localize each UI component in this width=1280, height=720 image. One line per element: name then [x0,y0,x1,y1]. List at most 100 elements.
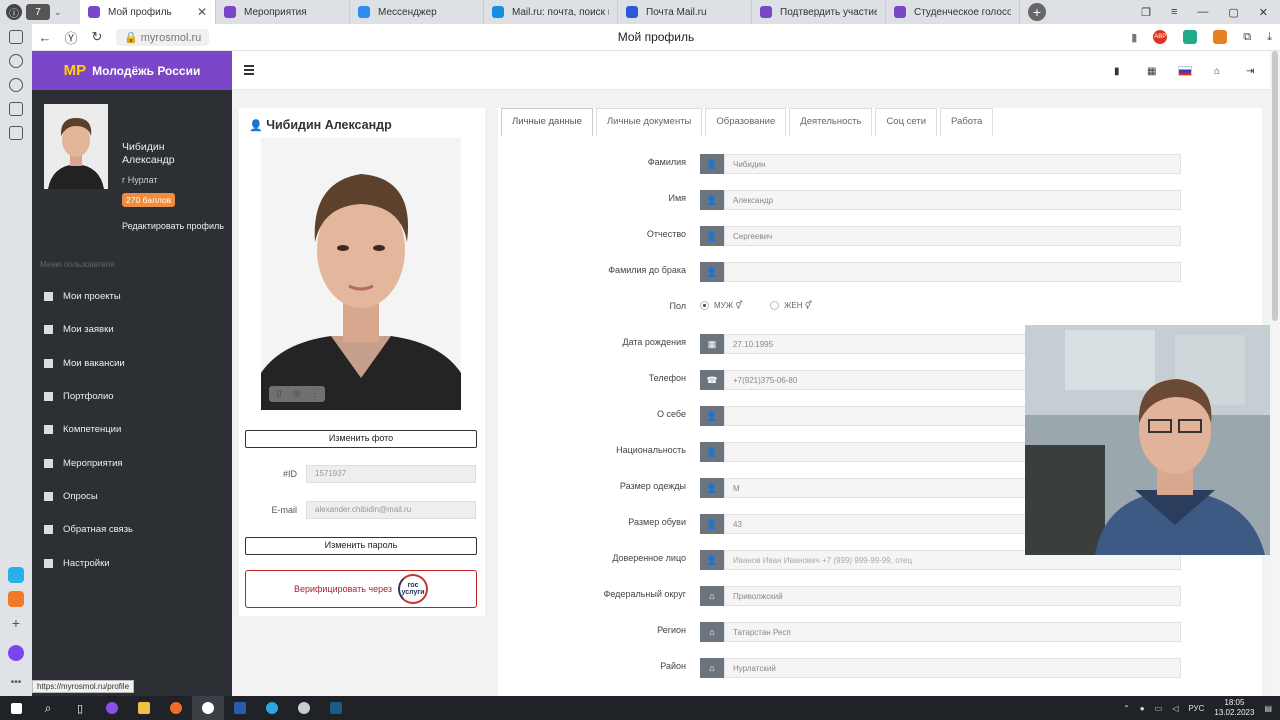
russian-flag-icon[interactable] [1178,66,1192,76]
form-tab[interactable]: Личные данные [501,108,593,136]
telegram-icon[interactable] [256,696,288,720]
profile-photo-image [261,138,461,410]
more-icon[interactable]: ⋮ [309,388,321,400]
change-password-button[interactable]: Изменить пароль [245,537,477,555]
gender-male-radio[interactable]: МУЖ ⚥ [700,301,743,311]
field-input[interactable]: Приволжский [724,586,1181,606]
lens-icon[interactable]: ◎ [291,388,303,400]
word-icon[interactable] [224,696,256,720]
chevron-down-icon[interactable]: ⌄ [54,7,62,18]
extensions-icon[interactable]: ⧉ [1243,31,1251,44]
sidebar-item[interactable]: Обратная связь [32,513,232,546]
change-photo-button[interactable]: Изменить фото [245,430,477,448]
field-input[interactable]: Чибидин [724,154,1181,174]
field-label: Фамилия до брака [608,265,686,275]
network-icon[interactable]: ▭ [1155,704,1163,713]
page-scrollbar[interactable] [1270,51,1280,696]
id-field[interactable]: 1571937 [306,465,476,483]
form-tab[interactable]: Соц сети [875,108,938,136]
sidebar-item[interactable]: Настройки [32,546,232,579]
sidebar-item[interactable]: Компетенции [32,413,232,446]
download-icon[interactable]: ⤓ [1267,31,1272,44]
collections-icon[interactable] [9,30,23,44]
notifications-icon[interactable]: ▤ [1264,704,1272,713]
extension-icon[interactable] [1183,30,1198,44]
book-icon[interactable]: ▮ [1114,66,1120,77]
sidebar-item[interactable]: Мои заявки [32,313,232,346]
field-input[interactable]: Татарстан Респ [724,622,1181,642]
field-input[interactable]: Сергеевич [724,226,1181,246]
tab-close-icon[interactable]: ✕ [197,5,207,19]
verify-gosuslugi-button[interactable]: Верифицировать через гос услуги [245,570,477,608]
yandex-icon[interactable]: Ⓨ [58,28,84,47]
messenger-app-icon[interactable] [8,567,24,583]
history-icon[interactable] [9,54,23,68]
media-icon[interactable] [9,78,23,92]
maximize-icon[interactable]: ▢ [1228,6,1238,19]
url-field[interactable]: 🔒 myrosmol.ru [116,28,210,46]
edit-profile-link[interactable]: Редактировать профиль [122,221,224,231]
calendar-icon[interactable] [9,102,23,116]
reload-icon[interactable]: ↻ [84,29,110,45]
home-icon[interactable]: ⌂ [1214,66,1220,77]
yandex-browser-icon[interactable] [192,696,224,720]
tray-arrow-icon[interactable]: ⌃ [1123,704,1130,713]
minimize-icon[interactable]: — [1197,6,1208,19]
browser-tab[interactable]: Мероприятия [216,0,350,24]
field-input[interactable]: Александр [724,190,1181,210]
form-tab[interactable]: Работа [940,108,994,136]
site-logo[interactable]: МР Молодёжь России [32,51,232,90]
metamask-icon[interactable] [1213,30,1228,44]
sidebar-item[interactable]: Портфолио [32,380,232,413]
explorer-icon[interactable] [128,696,160,720]
menu-icon[interactable]: ≡ [1171,6,1177,19]
app-icon[interactable] [8,591,24,607]
notes-icon[interactable] [9,126,23,140]
add-icon[interactable]: + [12,615,20,631]
clock[interactable]: 18:05 13.02.2023 [1214,698,1254,718]
new-tab-button[interactable]: + [1028,3,1046,21]
sidebar-item[interactable]: Опросы [32,480,232,513]
sidebar-item[interactable]: Мои вакансии [32,347,232,380]
yandex-menu-icon[interactable]: ⓘ [6,4,22,20]
browser-tab[interactable]: Mail.ru: почта, поиск в ин [484,0,618,24]
tab-counter[interactable]: 7 [26,4,50,20]
browser-tab[interactable]: Мессенджер [350,0,484,24]
scroll-thumb[interactable] [1272,51,1278,321]
browser-tab[interactable]: Почта Mail.ru [618,0,752,24]
browser-tab[interactable]: Мой профиль ✕ [80,0,216,24]
close-icon[interactable]: ✕ [1259,6,1268,19]
windows-start-icon[interactable] [0,696,32,720]
form-tab[interactable]: Образование [705,108,787,136]
window-tabs-icon[interactable]: ❐ [1141,6,1151,19]
email-field[interactable]: alexander.chibidin@mail.ru [306,501,476,519]
microphone-icon[interactable]: ● [1140,704,1145,713]
app-icon[interactable] [96,696,128,720]
firefox-icon[interactable] [160,696,192,720]
alice-icon[interactable] [8,645,24,661]
form-tab[interactable]: Деятельность [789,108,873,136]
language-indicator[interactable]: РУС [1188,704,1204,713]
sidebar-item[interactable]: Мои проекты [32,280,232,313]
obs-icon[interactable] [288,696,320,720]
adblock-icon[interactable]: ABP [1153,30,1168,44]
browser-tab[interactable]: Подтвердить участие [752,0,886,24]
field-input[interactable] [724,262,1181,282]
hamburger-menu-icon[interactable] [244,65,254,75]
bookmark-icon[interactable]: ▯ [273,388,285,400]
search-icon[interactable]: ⌕ [32,696,64,720]
task-view-icon[interactable]: ▯ [64,696,96,720]
table-icon[interactable]: ▦ [1147,66,1156,77]
back-icon[interactable]: ← [32,30,58,45]
sidebar-item[interactable]: Мероприятия [32,446,232,479]
more-icon[interactable]: ••• [11,677,22,688]
avatar[interactable] [44,104,108,189]
form-tab[interactable]: Личные документы [595,108,703,136]
terminal-icon[interactable] [320,696,352,720]
browser-tab[interactable]: Студенческое голосование [886,0,1020,24]
bookmark-icon[interactable]: ▮ [1131,31,1137,44]
gender-female-radio[interactable]: ЖЕН ⚥ [770,301,812,311]
field-input[interactable]: Нурлатский [724,658,1181,678]
volume-icon[interactable]: ◁ [1172,704,1178,713]
logout-icon[interactable]: ⇥ [1246,66,1254,77]
